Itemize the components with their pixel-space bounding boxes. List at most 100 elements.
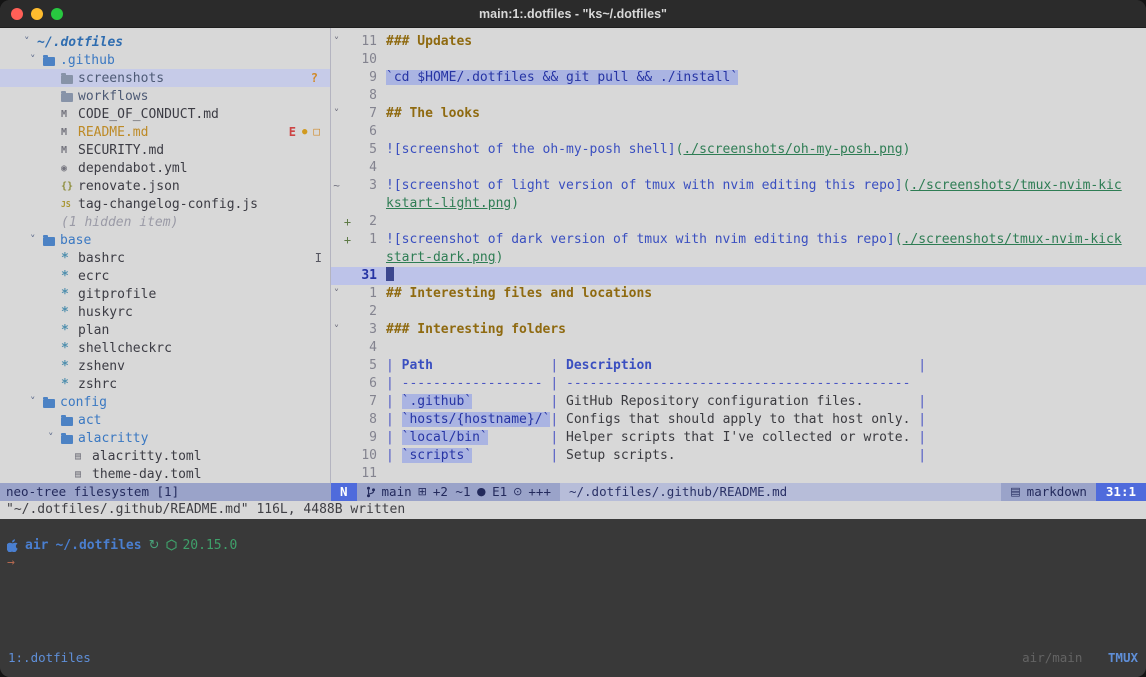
zoom-button[interactable] xyxy=(51,8,63,20)
editor-line-31[interactable]: 31 xyxy=(331,267,1146,285)
tree-item-workflows[interactable]: workflows xyxy=(0,87,330,105)
neotree-panel[interactable]: ˅~/.dotfiles˅.githubscreenshots?workflow… xyxy=(0,28,331,483)
mode-indicator: N xyxy=(331,483,357,501)
line-number: 5 xyxy=(353,141,377,159)
line-number: 10 xyxy=(353,51,377,69)
tree-item-gitprofile[interactable]: *gitprofile xyxy=(0,285,330,303)
filetype-label: markdown xyxy=(1027,483,1087,501)
editor-line-7[interactable]: ˅7## The looks xyxy=(331,105,1146,123)
tree-item-label: zshenv xyxy=(78,359,125,374)
editor-line-5[interactable]: 5| Path | Description | xyxy=(331,357,1146,375)
editor-line-8[interactable]: 8 xyxy=(331,87,1146,105)
tree-item-screenshots[interactable]: screenshots? xyxy=(0,69,330,87)
git-sign xyxy=(342,447,353,465)
line-text: ![screenshot of light version of tmux wi… xyxy=(386,177,1122,195)
git-sign xyxy=(342,267,353,285)
tree-item-code-of-conduct-md[interactable]: MCODE_OF_CONDUCT.md xyxy=(0,105,330,123)
json-file-icon: {} xyxy=(61,181,78,192)
tree-item-1-hidden-item[interactable]: (1 hidden item) xyxy=(0,213,330,231)
editor-line-3[interactable]: ˅3### Interesting folders xyxy=(331,321,1146,339)
tree-item-plan[interactable]: *plan xyxy=(0,321,330,339)
shell-area[interactable]: air~/.dotfiles ↻ 20.15.0 → 1:.dotfiles a… xyxy=(0,519,1146,677)
tree-item-zshenv[interactable]: *zshenv xyxy=(0,357,330,375)
fold-marker xyxy=(331,303,342,321)
minimize-button[interactable] xyxy=(31,8,43,20)
git-sign xyxy=(342,87,353,105)
editor-line-5[interactable]: 5 ![screenshot of the oh-my-posh shell](.… xyxy=(331,141,1146,159)
tree-item-tag-changelog-config-js[interactable]: JStag-changelog-config.js xyxy=(0,195,330,213)
tree-item-theme-day-toml[interactable]: ▤theme-day.toml xyxy=(0,465,330,483)
fold-marker: ˅ xyxy=(331,33,342,51)
tree-item-label: bashrc xyxy=(78,251,125,266)
editor-line-2[interactable]: +2 xyxy=(331,213,1146,231)
editor-line-1[interactable]: ˅1## Interesting files and locations xyxy=(331,285,1146,303)
diagnostic-count: E1 xyxy=(492,483,507,501)
tree-item-label: .github xyxy=(60,53,115,68)
shell-file-icon: * xyxy=(61,359,78,374)
diagnostic-icon: ● xyxy=(477,483,487,501)
line-number: 6 xyxy=(353,123,377,141)
chevron-down-icon: ˅ xyxy=(30,393,43,411)
tree-item-alacritty-toml[interactable]: ▤alacritty.toml xyxy=(0,447,330,465)
nvim-main: ˅~/.dotfiles˅.githubscreenshots?workflow… xyxy=(0,28,1146,483)
close-button[interactable] xyxy=(11,8,23,20)
tree-item-bashrc[interactable]: *bashrcI xyxy=(0,249,330,267)
shell-file-icon: * xyxy=(61,305,78,320)
editor-line-3[interactable]: ~3![screenshot of light version of tmux … xyxy=(331,177,1146,195)
editor-line-6[interactable]: 6| ------------------ | ----------------… xyxy=(331,375,1146,393)
icon-cell xyxy=(61,433,78,444)
fold-marker xyxy=(331,213,342,231)
editor-line-9[interactable]: 9`cd $HOME/.dotfiles && git pull && ./in… xyxy=(331,69,1146,87)
icon-cell xyxy=(43,397,60,408)
editor-line-4[interactable]: 4 xyxy=(331,159,1146,177)
editor-line-2[interactable]: 2 xyxy=(331,303,1146,321)
tree-item-shellcheckrc[interactable]: *shellcheckrc xyxy=(0,339,330,357)
editor-line-9[interactable]: 9| `local/bin` | Helper scripts that I'v… xyxy=(331,429,1146,447)
git-sign xyxy=(342,357,353,375)
terminal-window: main:1:.dotfiles - "ks~/.dotfiles" ˅~/.d… xyxy=(0,0,1146,677)
tree-item-ecrc[interactable]: *ecrc xyxy=(0,267,330,285)
editor-line-4[interactable]: 4 xyxy=(331,339,1146,357)
tree-item-label: ecrc xyxy=(78,269,109,284)
tree-item-alacritty[interactable]: ˅alacritty xyxy=(0,429,330,447)
fold-marker: ~ xyxy=(331,177,342,195)
editor-line-10[interactable]: 10| `scripts` | Setup scripts. | xyxy=(331,447,1146,465)
tmux-window-name[interactable]: 1:.dotfiles xyxy=(8,649,91,667)
line-text: | Path | Description | xyxy=(386,357,926,375)
tree-item-renovate-json[interactable]: {}renovate.json xyxy=(0,177,330,195)
apple-icon xyxy=(7,539,18,552)
editor-line-wrap[interactable]: start-dark.png) xyxy=(331,249,1146,267)
tree-item-security-md[interactable]: MSECURITY.md xyxy=(0,141,330,159)
tree-item-config[interactable]: ˅config xyxy=(0,393,330,411)
tree-item-label: CODE_OF_CONDUCT.md xyxy=(78,107,219,122)
editor-line-11[interactable]: ˅11### Updates xyxy=(331,33,1146,51)
editor-panel[interactable]: ˅11### Updates109`cd $HOME/.dotfiles && … xyxy=(331,28,1146,483)
icon-cell xyxy=(43,235,60,246)
editor-line-7[interactable]: 7| `.github` | GitHub Repository configu… xyxy=(331,393,1146,411)
prompt-host: air xyxy=(25,538,48,553)
git-sign xyxy=(342,339,353,357)
tree-item-readme-md[interactable]: MREADME.mdE●□ xyxy=(0,123,330,141)
tree-item-label: README.md xyxy=(78,125,148,140)
editor-line-1[interactable]: +1![screenshot of dark version of tmux w… xyxy=(331,231,1146,249)
editor-line-10[interactable]: 10 xyxy=(331,51,1146,69)
tree-item-huskyrc[interactable]: *huskyrc xyxy=(0,303,330,321)
editor-line-6[interactable]: 6 xyxy=(331,123,1146,141)
git-sign xyxy=(342,285,353,303)
editor-line-11[interactable]: 11 xyxy=(331,465,1146,483)
fold-marker xyxy=(331,123,342,141)
tree-item-zshrc[interactable]: *zshrc xyxy=(0,375,330,393)
tree-item-dotfiles[interactable]: ˅~/.dotfiles xyxy=(0,33,330,51)
line-number: 8 xyxy=(353,411,377,429)
line-number: 8 xyxy=(353,87,377,105)
tree-item-dependabot-yml[interactable]: ◉dependabot.yml xyxy=(0,159,330,177)
tree-item-act[interactable]: act xyxy=(0,411,330,429)
line-text: ![screenshot of the oh-my-posh shell](./… xyxy=(386,141,910,159)
titlebar: main:1:.dotfiles - "ks~/.dotfiles" xyxy=(0,0,1146,28)
tree-item-base[interactable]: ˅base xyxy=(0,231,330,249)
editor-line-wrap[interactable]: kstart-light.png) xyxy=(331,195,1146,213)
tree-item-github[interactable]: ˅.github xyxy=(0,51,330,69)
line-text: | `local/bin` | Helper scripts that I've… xyxy=(386,429,926,447)
editor-lines: ˅11### Updates109`cd $HOME/.dotfiles && … xyxy=(331,33,1146,483)
editor-line-8[interactable]: 8| `hosts/{hostname}/`| Configs that sho… xyxy=(331,411,1146,429)
